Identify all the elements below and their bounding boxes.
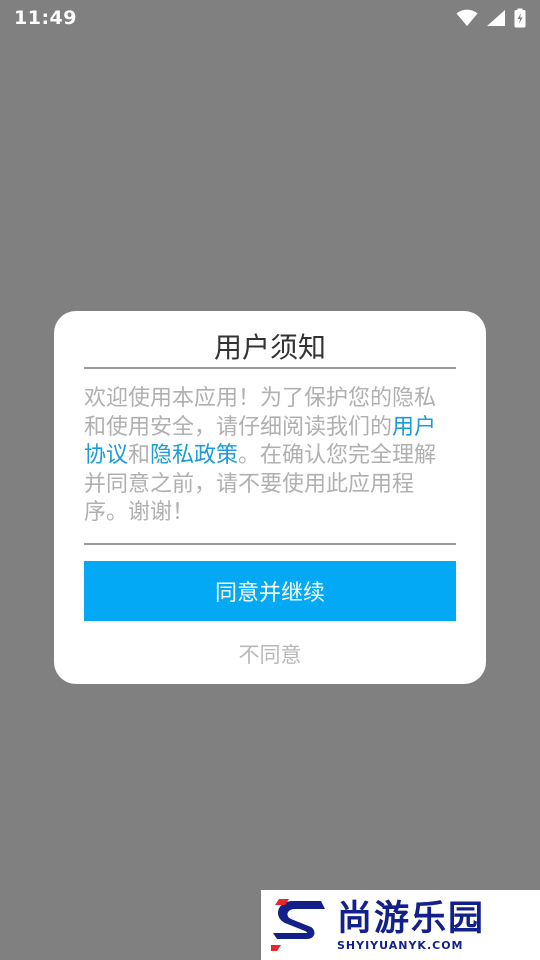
status-icons (456, 8, 526, 28)
watermark: 尚游乐园 SHYIYUANYK.COM (261, 890, 540, 960)
watermark-text: 尚游乐园 SHYIYUANYK.COM (337, 899, 485, 952)
dialog-title: 用户须知 (213, 331, 326, 364)
wifi-icon (456, 9, 478, 26)
title-divider (84, 367, 456, 369)
body-text-2: 和 (128, 443, 151, 468)
status-time: 11:49 (14, 7, 77, 29)
body-divider (84, 543, 456, 545)
user-notice-dialog: 用户须知 欢迎使用本应用！为了保护您的隐私和使用安全，请仔细阅读我们的用户协议和… (54, 311, 486, 684)
privacy-policy-link[interactable]: 隐私政策 (150, 443, 238, 468)
dialog-body: 欢迎使用本应用！为了保护您的隐私和使用安全，请仔细阅读我们的用户协议和隐私政策。… (84, 385, 456, 528)
signal-icon (487, 10, 505, 26)
watermark-en: SHYIYUANYK.COM (337, 938, 464, 952)
agree-continue-button[interactable]: 同意并继续 (84, 561, 456, 621)
body-text-1: 欢迎使用本应用！为了保护您的隐私和使用安全，请仔细阅读我们的 (84, 386, 437, 440)
watermark-cn: 尚游乐园 (337, 898, 486, 939)
battery-charging-icon (514, 8, 526, 28)
watermark-logo-icon (271, 899, 325, 951)
status-bar: 11:49 (0, 0, 540, 36)
disagree-button[interactable]: 不同意 (84, 637, 456, 671)
